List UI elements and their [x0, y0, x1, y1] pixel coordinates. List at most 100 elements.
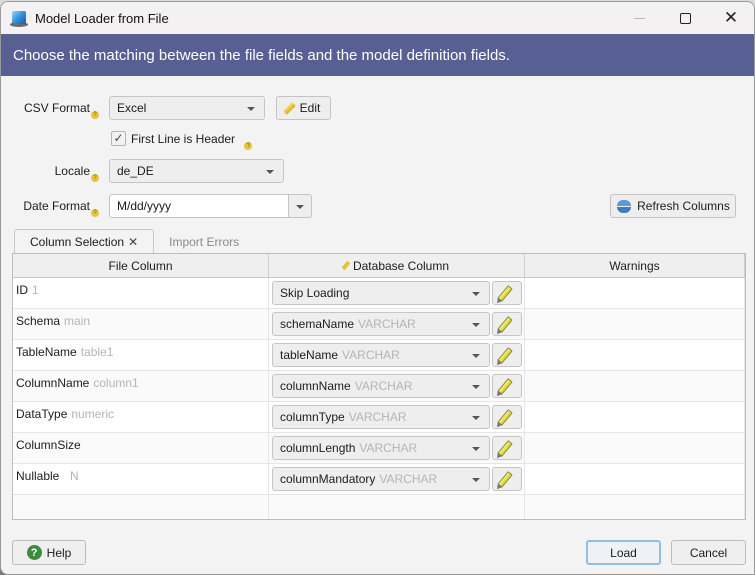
db-column-type: VARCHAR [348, 410, 407, 424]
locale-select[interactable]: de_DE [109, 159, 284, 183]
help-label: Help [46, 545, 72, 560]
maximize-icon [679, 12, 691, 24]
empty-cell [525, 495, 745, 519]
file-column-cell: Schema main [13, 309, 269, 339]
header-label: Warnings [609, 258, 660, 273]
database-column-select[interactable]: columnMandatory VARCHAR [272, 467, 490, 491]
date-format-dropdown-button[interactable] [288, 194, 312, 218]
chevron-down-icon [472, 323, 480, 327]
header-label: File Column [108, 258, 173, 273]
db-column-type: VARCHAR [342, 348, 400, 362]
import-settings-form: CSV Format? Excel Edit ✓ First Line is H… [1, 76, 754, 226]
edit-mapping-button[interactable] [492, 312, 522, 336]
file-field-name: DataType [16, 407, 68, 421]
db-column-name: columnMandatory [280, 472, 376, 486]
file-field-name: ColumnName [16, 376, 90, 390]
pencil-icon [497, 440, 513, 457]
load-button[interactable]: Load [586, 540, 661, 565]
locale-label: Locale? [23, 164, 99, 182]
chevron-down-icon [247, 107, 255, 111]
database-column-select[interactable]: columnLength VARCHAR [272, 436, 490, 460]
instruction-banner: Choose the matching between the file fie… [1, 34, 754, 76]
pencil-icon [497, 285, 513, 302]
database-column-select[interactable]: columnType VARCHAR [272, 405, 490, 429]
tab-import-errors[interactable]: Import Errors [154, 229, 254, 254]
model-loader-dialog: Model Loader from File ✕ Choose the matc… [0, 1, 755, 575]
file-field-name: Schema [16, 314, 61, 328]
csv-format-value: Excel [117, 101, 147, 115]
minimize-button[interactable] [616, 2, 662, 34]
edit-mapping-button[interactable] [492, 405, 522, 429]
database-column-select[interactable]: schemaName VARCHAR [272, 312, 490, 336]
database-column-cell: Skip Loading [269, 278, 525, 308]
database-column-cell: columnMandatory VARCHAR [269, 464, 525, 494]
table-row: Nullable N columnMandatory VARCHAR [13, 464, 745, 495]
pencil-icon [497, 471, 513, 488]
help-button[interactable]: ? Help [12, 540, 86, 565]
pencil-icon [341, 260, 351, 271]
chevron-down-icon [472, 478, 480, 482]
date-format-input[interactable]: M/dd/yyyy [109, 194, 289, 218]
database-column-cell: columnName VARCHAR [269, 371, 525, 401]
table-row: ColumnName column1 columnName VARCHAR [13, 371, 745, 402]
tab-bar: Column Selection ✕ Import Errors [14, 229, 254, 254]
table-row: TableName table1 tableName VARCHAR [13, 340, 745, 371]
file-field-sample: 1 [32, 283, 39, 297]
header-label: Database Column [352, 258, 450, 273]
edit-mapping-button[interactable] [492, 467, 522, 491]
csv-format-select[interactable]: Excel [109, 96, 265, 120]
database-column-select[interactable]: tableName VARCHAR [272, 343, 490, 367]
file-field-name: ID [16, 283, 28, 297]
warnings-cell [525, 433, 745, 463]
database-column-cell: columnType VARCHAR [269, 402, 525, 432]
close-tab-icon[interactable]: ✕ [128, 235, 138, 249]
chevron-down-icon [472, 354, 480, 358]
tab-label: Import Errors [169, 234, 240, 249]
pencil-icon [497, 378, 513, 395]
csv-format-label-text: CSV Format [23, 101, 90, 115]
warnings-cell [525, 340, 745, 370]
edit-mapping-button[interactable] [492, 281, 522, 305]
header-warnings[interactable]: Warnings [525, 254, 745, 277]
file-field-sample: numeric [71, 407, 115, 421]
edit-mapping-button[interactable] [492, 343, 522, 367]
load-label: Load [610, 545, 637, 560]
edit-label: Edit [299, 101, 321, 115]
edit-mapping-button[interactable] [492, 374, 522, 398]
empty-cell [269, 495, 525, 519]
window-title: Model Loader from File [35, 10, 169, 26]
database-column-select[interactable]: columnName VARCHAR [272, 374, 490, 398]
warnings-cell [525, 278, 745, 308]
file-field-name: Nullable [16, 469, 60, 483]
db-column-name: tableName [280, 348, 339, 362]
db-column-name: Skip Loading [280, 286, 350, 300]
close-button[interactable]: ✕ [708, 2, 754, 34]
help-icon: ? [26, 545, 42, 560]
file-field-sample: table1 [80, 345, 114, 359]
file-column-cell: ID 1 [13, 278, 269, 308]
first-line-header-text: First Line is Header [131, 132, 236, 146]
file-field-sample: main [64, 314, 91, 328]
date-format-label: Date Format? [11, 199, 99, 217]
maximize-button[interactable] [662, 2, 708, 34]
header-file-column[interactable]: File Column [13, 254, 269, 277]
locale-label-text: Locale [54, 164, 90, 178]
table-row: DataType numeric columnType VARCHAR [13, 402, 745, 433]
file-column-cell: DataType numeric [13, 402, 269, 432]
date-format-label-text: Date Format [23, 199, 90, 213]
db-column-name: columnType [280, 410, 345, 424]
cancel-button[interactable]: Cancel [671, 540, 746, 565]
tab-column-selection[interactable]: Column Selection ✕ [14, 229, 155, 254]
edit-mapping-button[interactable] [492, 436, 522, 460]
chevron-down-icon [266, 170, 274, 174]
refresh-columns-button[interactable]: Refresh Columns [610, 194, 736, 218]
warnings-cell [525, 371, 745, 401]
refresh-icon [616, 198, 632, 214]
first-line-header-checkbox[interactable]: ✓ [111, 131, 126, 146]
header-database-column[interactable]: Database Column [269, 254, 525, 277]
database-column-select[interactable]: Skip Loading [272, 281, 490, 305]
edit-csv-format-button[interactable]: Edit [276, 96, 331, 120]
file-field-sample: N [63, 469, 79, 483]
database-column-cell: columnLength VARCHAR [269, 433, 525, 463]
file-column-cell: ColumnName column1 [13, 371, 269, 401]
